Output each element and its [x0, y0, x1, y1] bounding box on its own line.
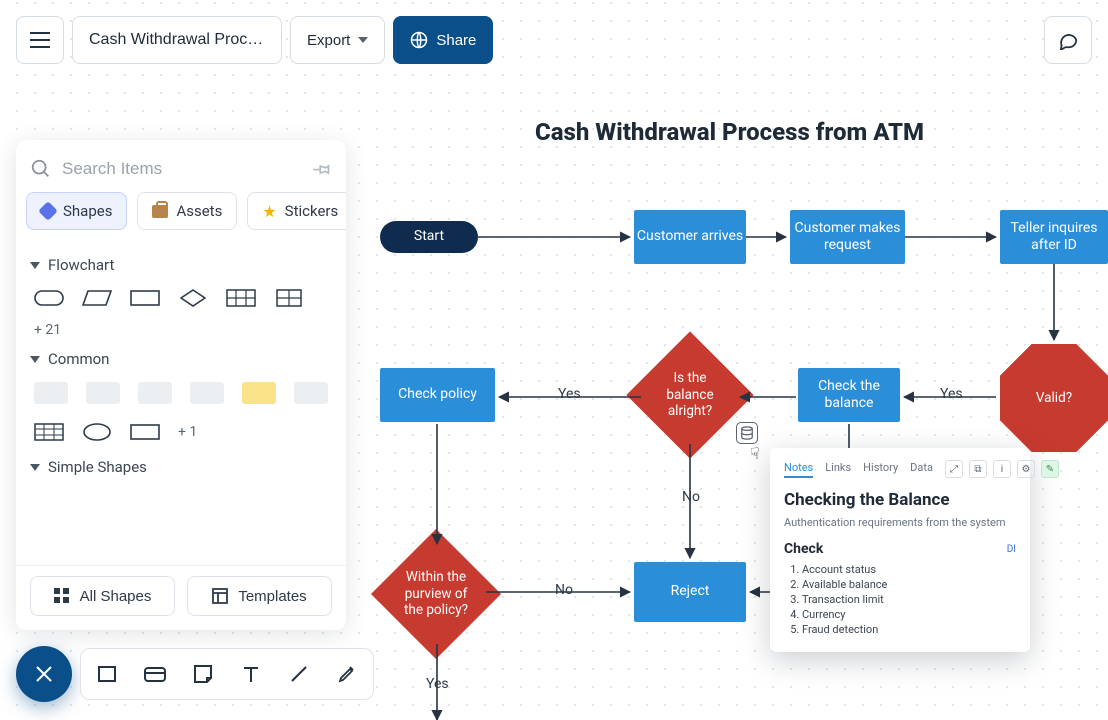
templates-button[interactable]: Templates — [187, 576, 332, 616]
shape-rect2[interactable] — [130, 422, 160, 442]
shape-rect[interactable] — [130, 288, 160, 308]
pop-subtitle: Authentication requirements from the sys… — [784, 516, 1016, 529]
flowchart-more[interactable]: + 21 — [34, 322, 328, 338]
diamond-icon — [38, 201, 58, 221]
node-customer-request[interactable]: Customer makes request — [790, 210, 905, 264]
shape-grid3[interactable] — [226, 288, 256, 308]
shape-toolbar — [80, 648, 374, 700]
label-valid-yes: Yes — [940, 386, 963, 402]
pin-icon[interactable] — [312, 159, 332, 179]
briefcase-icon — [152, 205, 168, 218]
pop-tab-data[interactable]: Data — [910, 461, 933, 478]
tool-sticky[interactable] — [187, 658, 219, 690]
tool-card[interactable] — [139, 658, 171, 690]
shape-diamond[interactable] — [178, 288, 208, 308]
star-icon: ★ — [262, 202, 276, 221]
pop-marker: DI — [1007, 544, 1016, 555]
grid-icon — [54, 588, 70, 604]
list-item: Fraud detection — [802, 623, 1016, 636]
pop-layout-icon[interactable]: ⧉ — [969, 460, 987, 478]
all-shapes-button[interactable]: All Shapes — [30, 576, 175, 616]
shape-ellipse[interactable] — [82, 422, 112, 442]
tab-stickers[interactable]: ★ Stickers — [247, 192, 346, 230]
tab-shapes[interactable]: Shapes — [26, 192, 127, 230]
templates-icon — [212, 588, 228, 604]
category-simple[interactable]: Simple Shapes — [30, 458, 332, 476]
chevron-down-icon — [30, 262, 40, 269]
shape-common-2[interactable] — [86, 382, 120, 404]
shape-sticky[interactable] — [242, 382, 276, 404]
chevron-down-icon — [30, 356, 40, 363]
chevron-down-icon — [30, 464, 40, 471]
pop-info-icon[interactable]: i — [993, 460, 1011, 478]
shape-table[interactable] — [34, 422, 64, 442]
node-start[interactable]: Start — [380, 221, 478, 253]
menu-button[interactable] — [16, 16, 64, 64]
node-reject[interactable]: Reject — [634, 562, 746, 622]
share-label: Share — [436, 32, 476, 49]
pop-checklist: Account status Available balance Transac… — [784, 563, 1016, 636]
close-icon — [34, 664, 54, 684]
list-item: Currency — [802, 608, 1016, 621]
pop-section-head: Check — [784, 541, 823, 557]
export-label: Export — [307, 32, 350, 49]
tab-assets[interactable]: Assets — [137, 192, 237, 230]
shapes-panel: Shapes Assets ★ Stickers Flowchart — [16, 140, 346, 630]
doc-title: Cash Withdrawal Proces… — [89, 31, 265, 49]
category-flowchart[interactable]: Flowchart — [30, 256, 332, 274]
pointer-cursor: ☟ — [750, 444, 760, 463]
label-balance-yes: Yes — [558, 386, 581, 402]
node-check-policy[interactable]: Check policy — [380, 368, 495, 422]
shape-common-1[interactable] — [34, 382, 68, 404]
notes-popover[interactable]: Notes Links History Data ⤢ ⧉ i ⚙ ✎ Check… — [770, 448, 1030, 652]
comment-icon — [1057, 30, 1079, 50]
node-check-balance[interactable]: Check the balance — [798, 368, 900, 422]
topbar: Cash Withdrawal Proces… Export Share — [16, 16, 1092, 64]
label-policy-no: No — [555, 582, 573, 598]
diagram-title: Cash Withdrawal Process from ATM — [535, 118, 924, 146]
label-balance-no: No — [682, 489, 700, 505]
search-input[interactable] — [62, 159, 302, 179]
pop-title: Checking the Balance — [784, 490, 1016, 510]
shape-common-4[interactable] — [190, 382, 224, 404]
node-teller-inquires[interactable]: Teller inquires after ID — [1000, 210, 1108, 264]
globe-icon — [410, 31, 428, 49]
pop-task-icon[interactable]: ✎ — [1041, 460, 1059, 478]
pop-tab-links[interactable]: Links — [825, 461, 851, 478]
chevron-down-icon — [358, 37, 368, 43]
search-icon — [30, 158, 52, 180]
doc-title-button[interactable]: Cash Withdrawal Proces… — [72, 16, 282, 64]
menu-icon — [30, 32, 50, 48]
node-balance-decision[interactable]: Is the balance alright? — [645, 350, 735, 440]
shape-grid4[interactable] — [274, 288, 304, 308]
node-policy-decision[interactable]: Within the purview of the policy? — [390, 548, 482, 640]
node-customer-arrives[interactable]: Customer arrives — [634, 210, 746, 264]
pop-settings-icon[interactable]: ⚙ — [1017, 460, 1035, 478]
list-item: Transaction limit — [802, 593, 1016, 606]
tool-text[interactable] — [235, 658, 267, 690]
close-panel-fab[interactable] — [16, 646, 72, 702]
shape-parallelogram[interactable] — [82, 288, 112, 308]
node-valid-decision[interactable]: Valid? — [1000, 344, 1108, 452]
database-icon[interactable] — [736, 422, 758, 444]
label-policy-yes: Yes — [426, 676, 449, 692]
shape-common-6[interactable] — [294, 382, 328, 404]
pop-tab-history[interactable]: History — [863, 461, 898, 478]
common-more[interactable]: + 1 — [178, 424, 197, 440]
tool-highlighter[interactable] — [331, 658, 363, 690]
shape-common-3[interactable] — [138, 382, 172, 404]
export-button[interactable]: Export — [290, 16, 385, 64]
list-item: Available balance — [802, 578, 1016, 591]
pop-expand-icon[interactable]: ⤢ — [945, 460, 963, 478]
tool-line[interactable] — [283, 658, 315, 690]
shape-terminator[interactable] — [34, 288, 64, 308]
list-item: Account status — [802, 563, 1016, 576]
pop-tab-notes[interactable]: Notes — [784, 461, 813, 478]
share-button[interactable]: Share — [393, 16, 493, 64]
category-common[interactable]: Common — [30, 350, 332, 368]
tool-rect[interactable] — [91, 658, 123, 690]
comments-button[interactable] — [1044, 16, 1092, 64]
